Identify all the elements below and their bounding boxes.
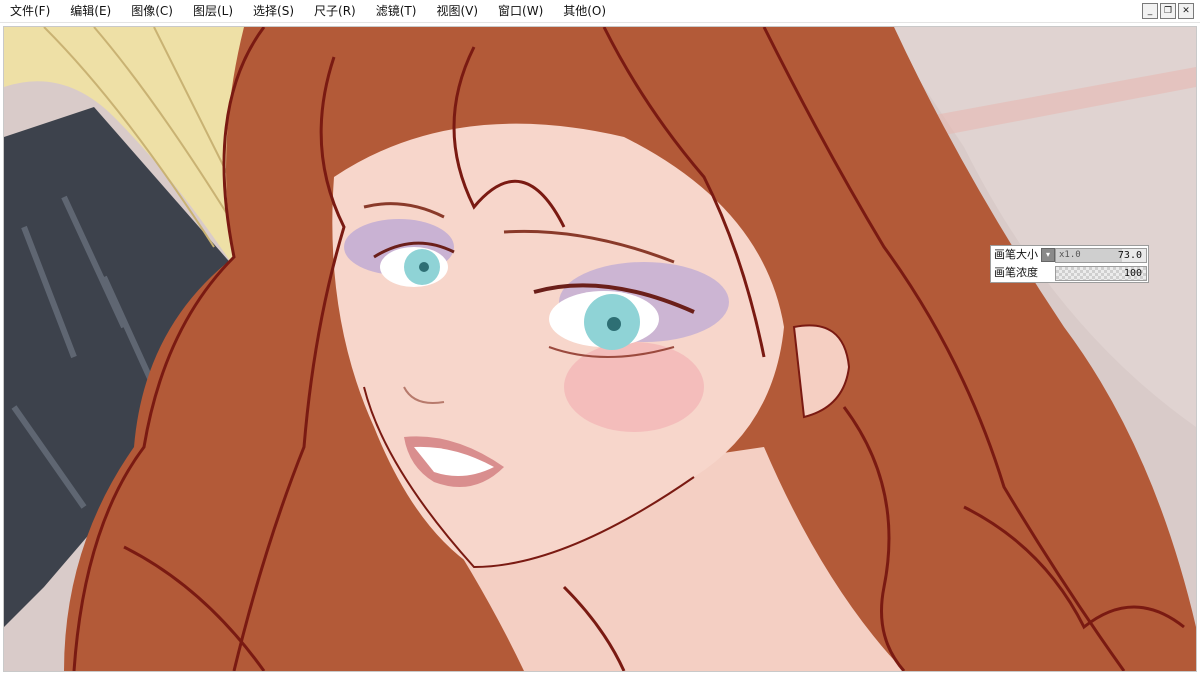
brush-density-value: 100 — [1123, 268, 1142, 279]
brush-density-row: 画笔浓度 100 — [991, 264, 1148, 281]
close-button[interactable]: ✕ — [1178, 3, 1194, 19]
menu-window[interactable]: 窗口(W) — [498, 0, 543, 22]
window-controls: _ ❐ ✕ — [1142, 3, 1194, 19]
brush-size-slider[interactable]: x1.0 73.0 — [1055, 248, 1147, 263]
right-eye-pupil — [607, 317, 621, 331]
brush-size-label: 画笔大小 — [994, 248, 1038, 261]
brush-size-multiplier: x1.0 — [1059, 250, 1081, 260]
menu-view[interactable]: 视图(V) — [436, 0, 478, 22]
menu-image[interactable]: 图像(C) — [131, 0, 173, 22]
menu-layer[interactable]: 图层(L) — [193, 0, 233, 22]
left-eye-pupil — [419, 262, 429, 272]
menu-select[interactable]: 选择(S) — [253, 0, 294, 22]
menu-edit[interactable]: 编辑(E) — [70, 0, 111, 22]
menubar: 文件(F) 编辑(E) 图像(C) 图层(L) 选择(S) 尺子(R) 滤镜(T… — [0, 0, 1200, 23]
restore-button[interactable]: ❐ — [1160, 3, 1176, 19]
minimize-button[interactable]: _ — [1142, 3, 1158, 19]
menu-filter[interactable]: 滤镜(T) — [376, 0, 417, 22]
brush-size-dropdown-icon[interactable]: ▾ — [1041, 248, 1055, 262]
artwork-illustration — [4, 27, 1196, 671]
brush-density-slider[interactable]: 100 — [1055, 266, 1147, 281]
drawing-canvas[interactable] — [3, 26, 1197, 672]
menu-ruler[interactable]: 尺子(R) — [314, 0, 356, 22]
brush-size-row: 画笔大小 ▾ x1.0 73.0 — [991, 246, 1148, 263]
menu-file[interactable]: 文件(F) — [10, 0, 50, 22]
brush-size-value: 73.0 — [1117, 250, 1142, 261]
brush-panel: 画笔大小 ▾ x1.0 73.0 画笔浓度 100 — [990, 245, 1149, 283]
brush-density-label: 画笔浓度 — [994, 266, 1038, 279]
menu-other[interactable]: 其他(O) — [563, 0, 606, 22]
